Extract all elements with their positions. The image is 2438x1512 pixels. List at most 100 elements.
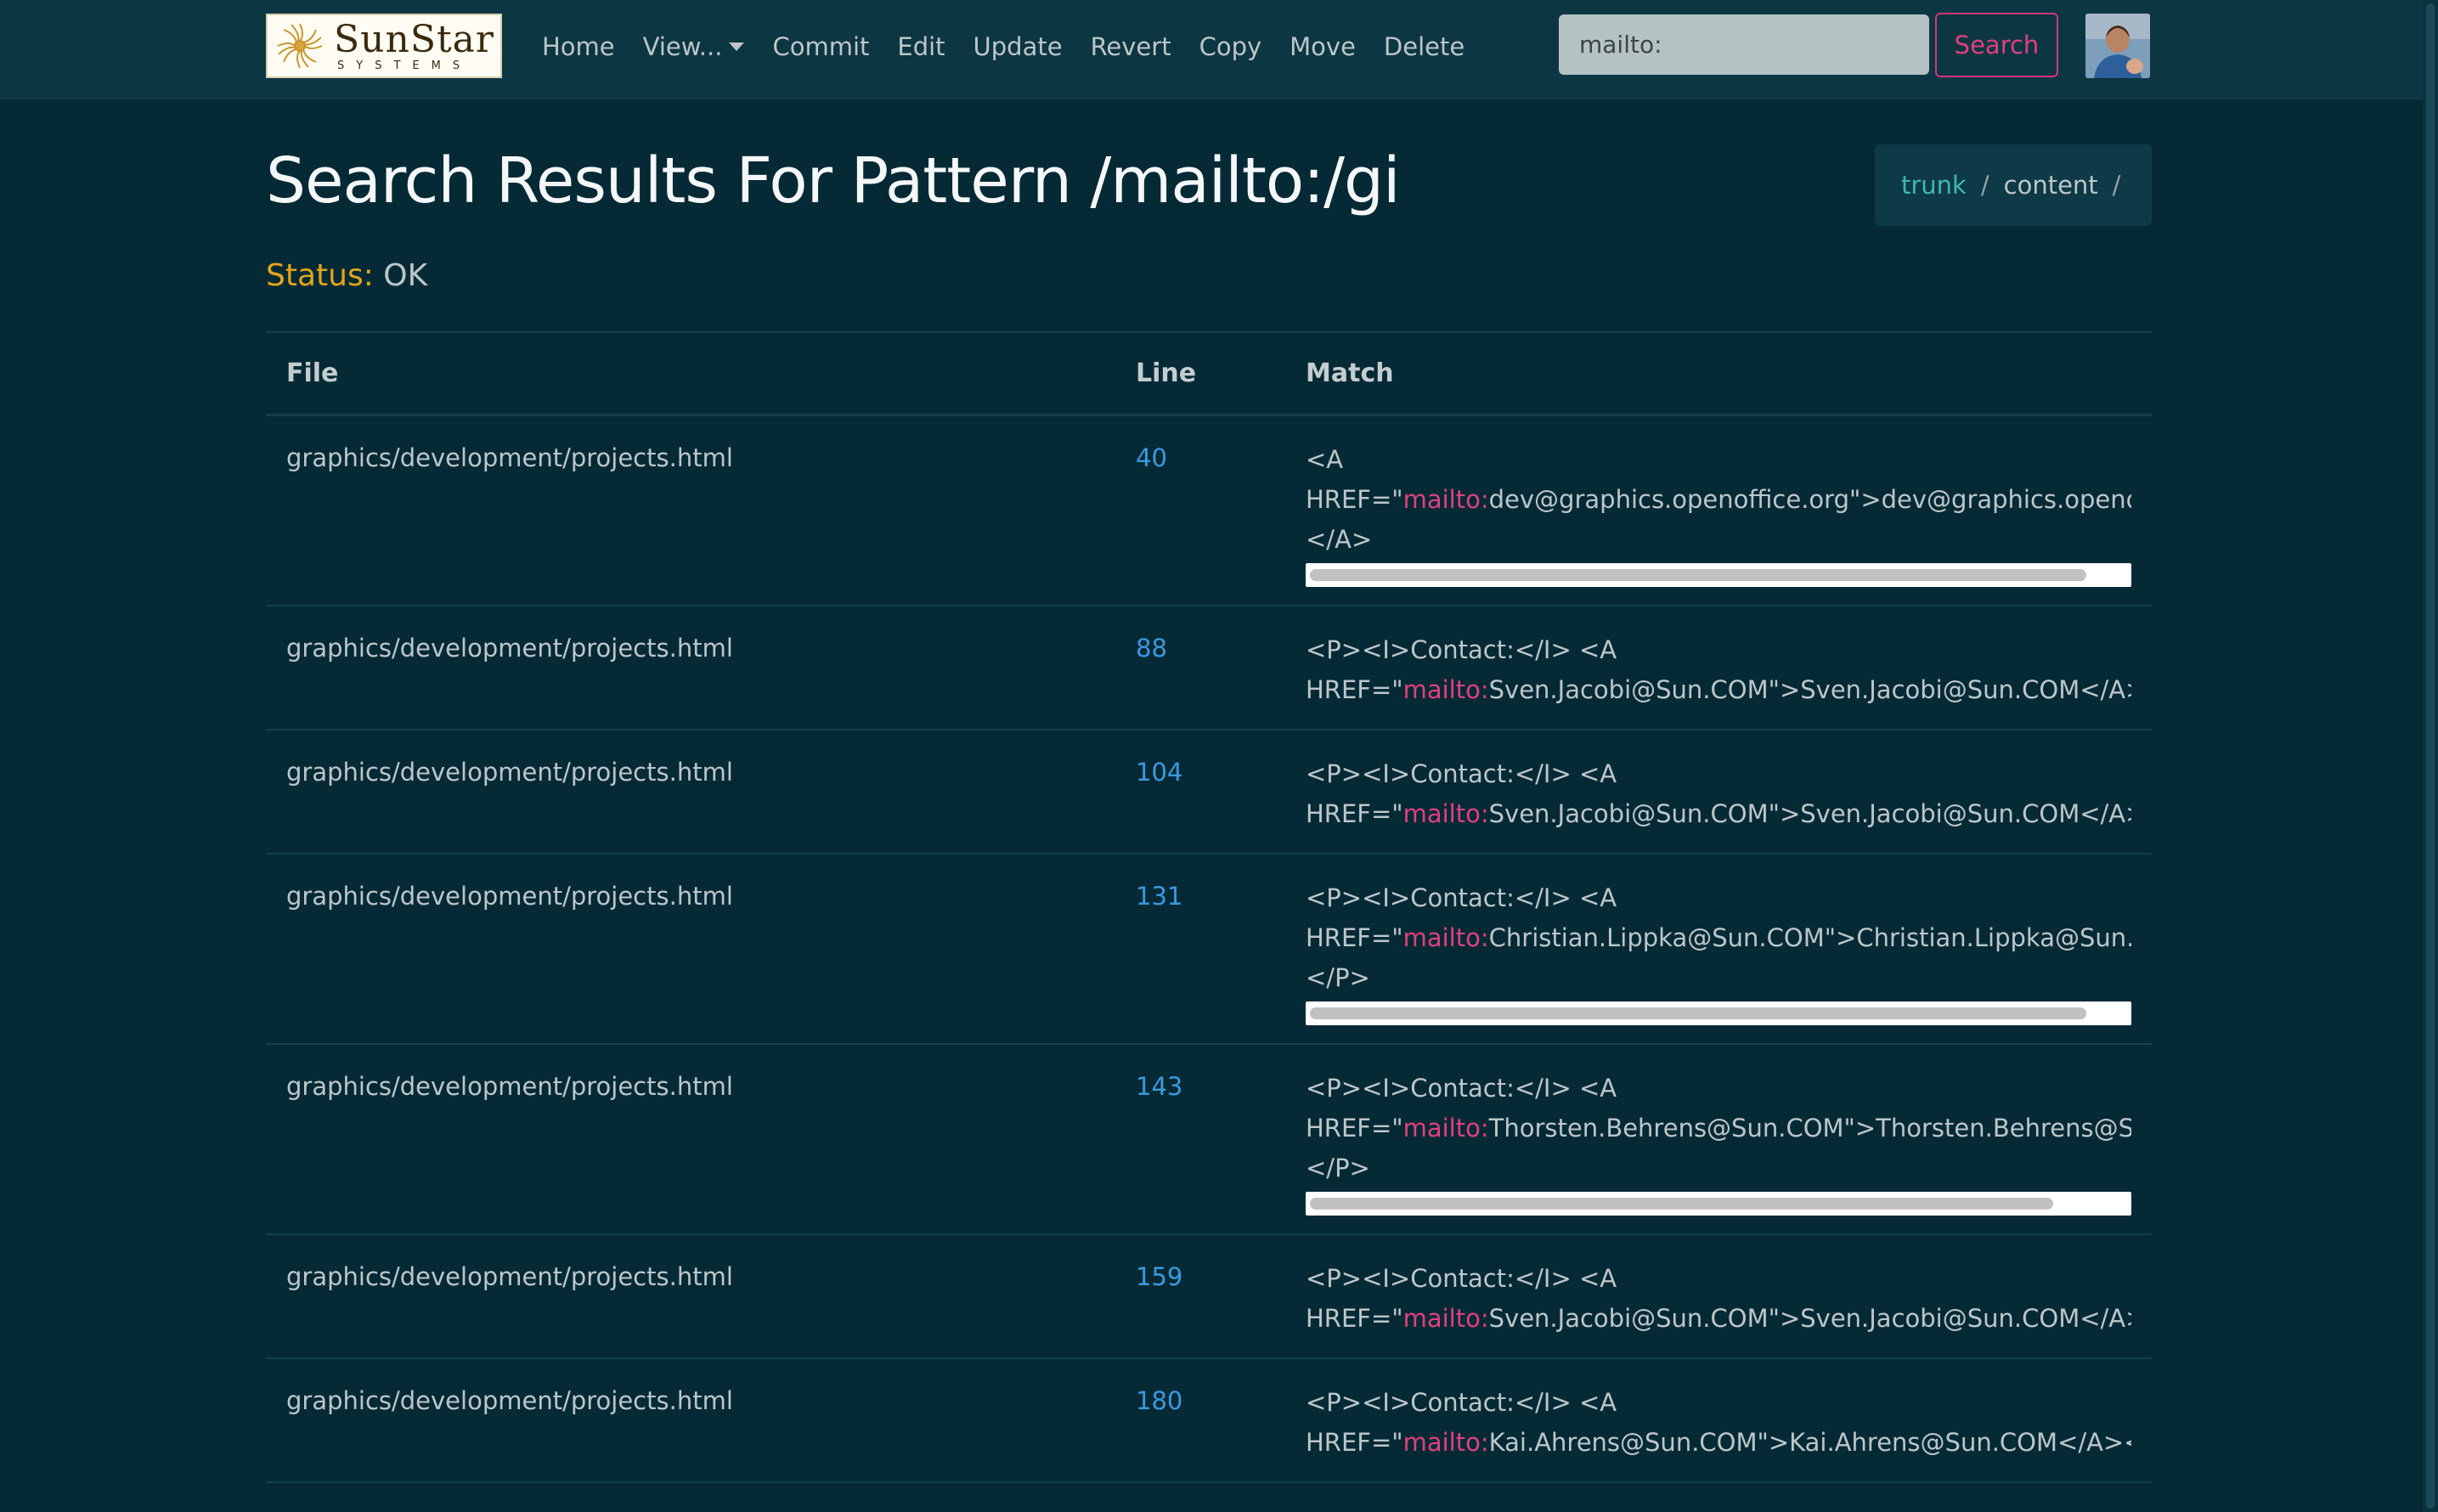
- cell-line-link[interactable]: 104: [1136, 758, 1182, 787]
- horizontal-scrollbar[interactable]: [1306, 563, 2131, 587]
- match-line: <P><I>Contact:</I> <A: [1306, 630, 2131, 670]
- table-row: graphics/development/projects.html 104 <P>…: [266, 731, 2152, 855]
- match-text: Sven.Jacobi@Sun.COM">Sven.Jacobi@Sun.COM…: [1488, 1304, 2131, 1333]
- status-label: Status:: [266, 258, 374, 293]
- horizontal-scrollbar[interactable]: [1306, 1192, 2131, 1216]
- cell-file: graphics/development/projects.html: [286, 758, 733, 787]
- nav-delete[interactable]: Delete: [1384, 32, 1464, 61]
- cell-line-link[interactable]: 159: [1136, 1262, 1182, 1291]
- header-file: File: [286, 358, 339, 388]
- cell-match: <P><I>Contact:</I> <A HREF="mailto:Christ…: [1306, 878, 2131, 1025]
- match-line: HREF="mailto:Sven.Jacobi@Sun.COM">Sven.J…: [1306, 1299, 2131, 1339]
- nav-commit[interactable]: Commit: [772, 32, 869, 61]
- match-highlight: mailto:: [1402, 799, 1489, 828]
- match-line: <A: [1306, 440, 2131, 480]
- breadcrumb-separator: /: [2112, 171, 2121, 200]
- main-nav: Home View... Commit Edit Update Revert C…: [542, 0, 1493, 93]
- horizontal-scrollbar-thumb[interactable]: [1310, 1007, 2086, 1019]
- brand-logo[interactable]: SunStar SYSTEMS: [266, 14, 502, 78]
- cell-file: graphics/development/projects.html: [286, 1262, 733, 1291]
- match-text: <P><I>Contact:</I> <A: [1306, 759, 1617, 788]
- caret-down-icon: [729, 42, 745, 51]
- match-text: <P><I>Contact:</I> <A: [1306, 635, 1617, 664]
- cell-file: graphics/development/projects.html: [286, 882, 733, 911]
- match-line: <P><I>Contact:</I> <A: [1306, 1259, 2131, 1299]
- match-text: dev@graphics.openoffice.org">dev@graphic…: [1488, 485, 2131, 514]
- sun-logo-icon: [277, 23, 323, 69]
- nav-copy[interactable]: Copy: [1199, 32, 1262, 61]
- cell-file: graphics/development/projects.html: [286, 634, 733, 663]
- breadcrumb-trunk[interactable]: trunk: [1901, 171, 1967, 200]
- match-line: HREF="mailto:Christian.Lippka@Sun.COM">C…: [1306, 918, 2131, 958]
- breadcrumb-separator: /: [1980, 171, 1989, 200]
- nav-move[interactable]: Move: [1290, 32, 1356, 61]
- match-highlight: mailto:: [1402, 923, 1489, 952]
- match-text: HREF=": [1306, 675, 1403, 704]
- table-row: graphics/development/projects.html 159 <P>…: [266, 1235, 2152, 1359]
- match-text: HREF=": [1306, 1304, 1403, 1333]
- table-row: graphics/development/projects.html 40 <A HR…: [266, 416, 2152, 606]
- match-text: <P><I>Contact:</I> <A: [1306, 1074, 1617, 1103]
- page-title: Search Results For Pattern /mailto:/gi: [266, 144, 1401, 217]
- cell-line-link[interactable]: 143: [1136, 1072, 1182, 1101]
- cell-match: <P><I>Contact:</I> <A HREF="mailto:Sven.J…: [1306, 1259, 2131, 1339]
- match-text: Thorsten.Behrens@Sun.COM">Thorsten.Behre…: [1488, 1114, 2131, 1142]
- match-text: Kai.Ahrens@Sun.COM">Kai.Ahrens@Sun.COM</…: [1488, 1428, 2131, 1457]
- cell-match: <P><I>Contact:</I> <A HREF="mailto:Sven.J…: [1306, 754, 2131, 834]
- avatar-photo-icon: [2085, 14, 2150, 78]
- search-input[interactable]: [1559, 14, 1929, 75]
- cell-line-link[interactable]: 88: [1136, 634, 1167, 663]
- header-match: Match: [1306, 358, 1394, 388]
- match-text: Sven.Jacobi@Sun.COM">Sven.Jacobi@Sun.COM…: [1488, 675, 2131, 704]
- status-value: OK: [383, 258, 428, 293]
- match-highlight: mailto:: [1402, 485, 1489, 514]
- match-text: HREF=": [1306, 1428, 1403, 1457]
- user-avatar[interactable]: [2085, 14, 2150, 78]
- match-line: <P><I>Contact:</I> <A: [1306, 1383, 2131, 1423]
- nav-revert[interactable]: Revert: [1091, 32, 1171, 61]
- nav-view-label: View...: [642, 32, 723, 61]
- cell-line-link[interactable]: 180: [1136, 1386, 1182, 1415]
- horizontal-scrollbar-thumb[interactable]: [1310, 569, 2086, 581]
- match-text: <A: [1306, 445, 1344, 474]
- nav-home[interactable]: Home: [542, 32, 615, 61]
- match-line: HREF="mailto:Thorsten.Behrens@Sun.COM">T…: [1306, 1109, 2131, 1148]
- horizontal-scrollbar-thumb[interactable]: [1310, 1198, 2053, 1210]
- match-highlight: mailto:: [1402, 1428, 1489, 1457]
- brand-name: SunStar: [334, 17, 494, 61]
- page-scrollbar-thumb[interactable]: [2426, 3, 2435, 1509]
- match-line: </A>: [1306, 520, 2131, 560]
- nav-view-dropdown[interactable]: View...: [643, 32, 745, 61]
- brand-subtitle: SYSTEMS: [337, 59, 472, 72]
- table-header: File Line Match: [266, 333, 2152, 416]
- match-text: HREF=": [1306, 923, 1403, 952]
- page-scrollbar[interactable]: [2423, 0, 2438, 1512]
- match-text: Sven.Jacobi@Sun.COM">Sven.Jacobi@Sun.COM…: [1488, 799, 2131, 828]
- status-line: Status: OK: [266, 258, 427, 293]
- nav-update[interactable]: Update: [974, 32, 1063, 61]
- match-text: Christian.Lippka@Sun.COM">Christian.Lipp…: [1488, 923, 2131, 952]
- match-text: </P>: [1306, 1154, 1370, 1182]
- match-line: <P><I>Contact:</I> <A: [1306, 1069, 2131, 1109]
- breadcrumb-content[interactable]: content: [2004, 171, 2098, 200]
- match-text: <P><I>Contact:</I> <A: [1306, 1264, 1617, 1293]
- search-button[interactable]: Search: [1935, 13, 2058, 77]
- top-navbar: SunStar SYSTEMS Home View... Commit Edit…: [0, 0, 2438, 99]
- cell-file: graphics/development/projects.html: [286, 1386, 733, 1415]
- match-highlight: mailto:: [1402, 1304, 1489, 1333]
- cell-line-link[interactable]: 131: [1136, 882, 1182, 911]
- match-text: <P><I>Contact:</I> <A: [1306, 1388, 1617, 1417]
- cell-line-link[interactable]: 40: [1136, 443, 1167, 472]
- match-line: </P>: [1306, 958, 2131, 998]
- results-table: File Line Match graphics/development/pro…: [266, 331, 2152, 1483]
- cell-match: <P><I>Contact:</I> <A HREF="mailto:Sven.J…: [1306, 630, 2131, 710]
- match-text: HREF=": [1306, 485, 1403, 514]
- match-highlight: mailto:: [1402, 1114, 1489, 1142]
- match-text: </A>: [1306, 525, 1373, 554]
- nav-edit[interactable]: Edit: [897, 32, 945, 61]
- header-line: Line: [1136, 358, 1197, 388]
- match-text: </P>: [1306, 963, 1370, 992]
- match-line: <P><I>Contact:</I> <A: [1306, 754, 2131, 794]
- horizontal-scrollbar[interactable]: [1306, 1001, 2131, 1025]
- match-text: HREF=": [1306, 1114, 1403, 1142]
